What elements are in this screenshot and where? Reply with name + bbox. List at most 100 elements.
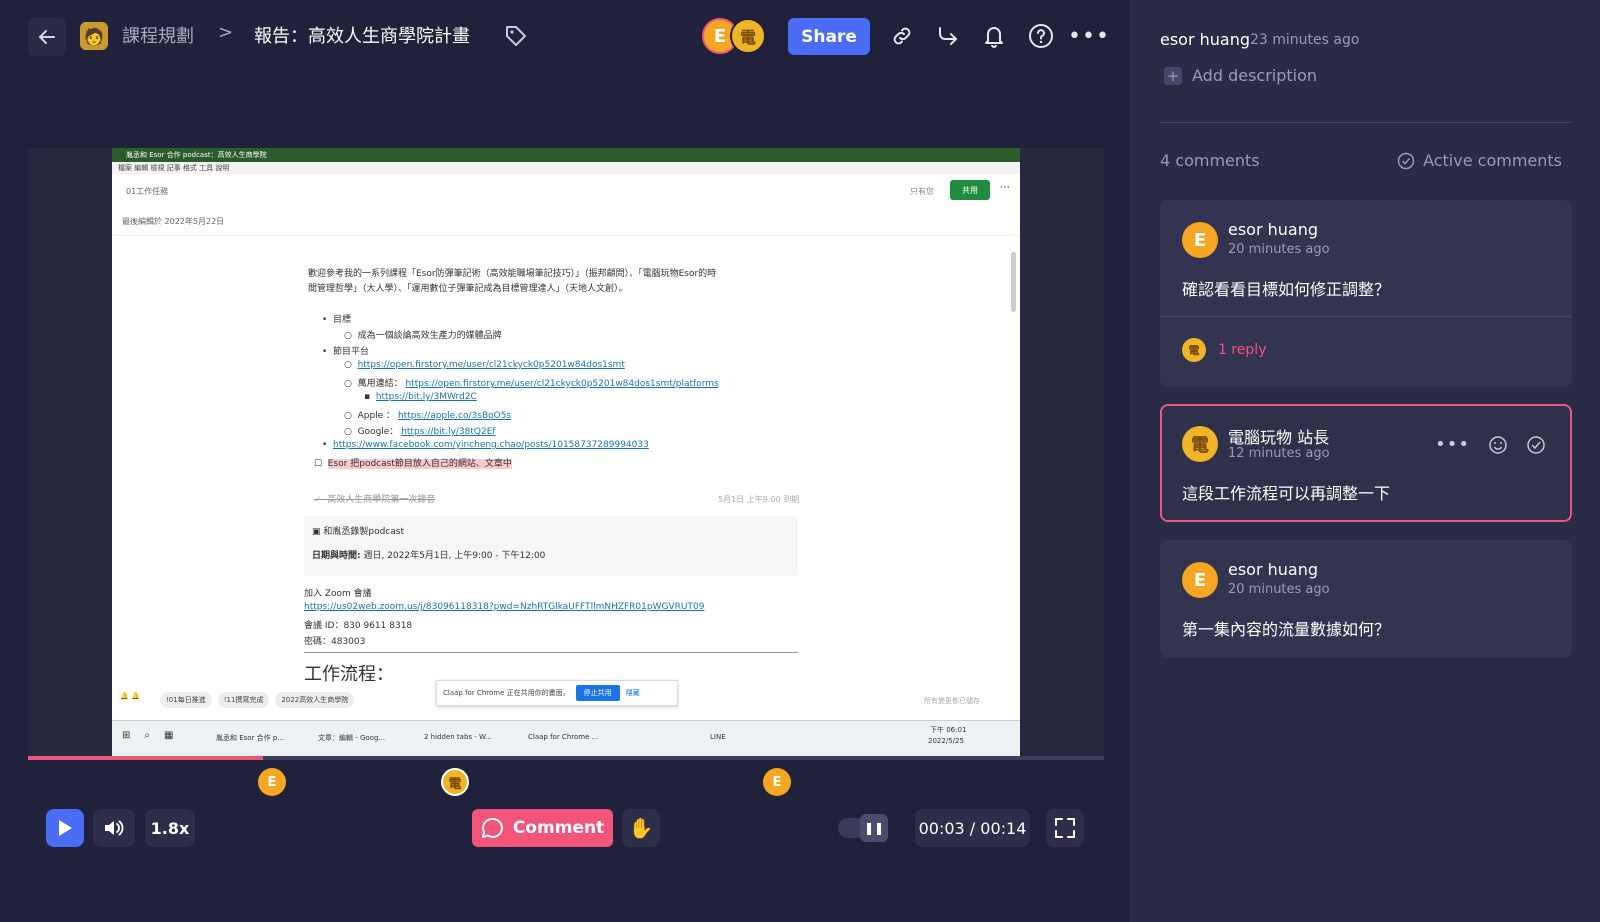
comment-card[interactable]: E esor huang 20 minutes ago 確認看看目標如何修正調整…	[1160, 200, 1572, 387]
check-circle-icon	[1397, 152, 1415, 169]
screenshot-link-2: ○ 萬用連結： https://open.firstory.me/user/cl…	[344, 379, 719, 389]
add-description-label: Add description	[1192, 66, 1318, 85]
play-button[interactable]	[46, 809, 84, 847]
progress-fill	[28, 756, 263, 760]
screenshot-password: 密碼：483003	[304, 637, 366, 647]
screenshot-task-3: 2 hidden tabs - W...	[424, 733, 492, 741]
add-description-button[interactable]: + Add description	[1164, 66, 1317, 85]
screenshot-taskbar: ⊞ ⌕ ▦ 胤丞和 Esor 合作 p... 文章：編輯 - Goog... 2 h…	[112, 720, 1020, 756]
play-icon	[59, 820, 72, 836]
volume-button[interactable]	[93, 809, 135, 847]
reaction-button[interactable]: ✋	[622, 809, 660, 847]
screenshot-share-notice: Claap for Chrome 正在共用你的畫面。 停止共用 隱藏	[436, 680, 678, 706]
screenshot-bullet-goal: • 目標	[322, 315, 352, 325]
time-display: 00:03 / 00:14	[915, 809, 1030, 847]
screenshot-meeting-id: 會議 ID：830 9611 8318	[304, 621, 413, 631]
screenshot-google: ○ Google： https://bit.ly/38tQ2Ef	[344, 427, 496, 437]
active-comments-label: Active comments	[1423, 151, 1562, 170]
forward-arrow-icon[interactable]	[936, 24, 960, 48]
comment-text: 這段工作流程可以再調整一下	[1182, 484, 1391, 503]
arrow-left-icon	[38, 30, 55, 44]
reply-count: 1 reply	[1218, 342, 1267, 358]
reply-divider	[1160, 316, 1572, 317]
comment-bubble-icon	[481, 817, 503, 838]
main-area: 🧑 課程規劃 > 報告：高效人生商學院計畫 E 電 Share ••• 胤丞和 …	[0, 0, 1130, 922]
screenshot-task-2: 文章：編輯 - Goog...	[318, 734, 386, 742]
screenshot-bullet-platform: • 節目平台	[322, 347, 370, 357]
video-author: esor huang	[1160, 30, 1251, 49]
breadcrumb-separator: >	[218, 22, 234, 43]
comment-time: 12 minutes ago	[1228, 446, 1330, 461]
screenshot-section: 工作流程：	[304, 664, 394, 685]
help-icon[interactable]	[1028, 23, 1054, 49]
comment-avatar: E	[1182, 222, 1218, 258]
breadcrumb-parent[interactable]: 課程規劃	[122, 22, 194, 48]
comment-card[interactable]: E esor huang 20 minutes ago 第一集內容的流量數據如何…	[1160, 540, 1572, 658]
screenshot-date: 2022/5/25	[928, 737, 964, 745]
screenshot-zoom-link: https://us02web.zoom.us/j/83096118318?pw…	[304, 602, 705, 612]
timeline-marker-e-2[interactable]: E	[763, 768, 791, 796]
screenshot-link-3: ▪ https://bit.ly/3MWrd2C	[364, 392, 477, 402]
screenshot-task-4: Claap for Chrome ...	[528, 733, 599, 741]
share-button[interactable]: Share	[788, 18, 870, 55]
pause-toggle[interactable]: ❚❚	[838, 814, 888, 842]
screenshot-scrollbar	[1011, 252, 1016, 312]
screenshot-todo: ☐ Esor 把podcast節目放入自己的網站、文章中	[314, 459, 512, 469]
comment-author: 電腦玩物 站長	[1228, 428, 1330, 447]
screenshot-menu: 檔案 編輯 檢視 記事 格式 工具 說明	[112, 162, 1020, 174]
screenshot-toolbar: 01工作任務 最後編輯於 2022年5月22日 只有您 共用 ⋯	[112, 174, 1020, 236]
screenshot-edited: 最後編輯於 2022年5月22日	[122, 217, 225, 226]
comment-time: 20 minutes ago	[1228, 582, 1330, 597]
timeline-marker-d[interactable]: 電	[441, 768, 469, 796]
comment-more-icon[interactable]: •••	[1435, 434, 1470, 455]
comment-card-selected[interactable]: 電 電腦玩物 站長 12 minutes ago 這段工作流程可以再調整一下 •…	[1160, 404, 1572, 522]
screenshot-event-card: ▣ 和胤丞錄製podcast 日期與時間: 週日, 2022年5月1日, 上午9…	[304, 516, 798, 576]
speed-button[interactable]: 1.8x	[145, 809, 195, 847]
comment-text: 第一集內容的流量數據如何？	[1182, 620, 1391, 639]
comment-avatar: E	[1182, 562, 1218, 598]
link-icon[interactable]	[890, 24, 914, 48]
reply-avatar: 電	[1182, 338, 1206, 362]
resolve-check-icon[interactable]	[1526, 435, 1546, 455]
timeline-marker-e[interactable]: E	[258, 768, 286, 796]
fullscreen-button[interactable]	[1046, 809, 1084, 847]
screenshot-link-1: ○ https://open.firstory.me/user/cl21ckyc…	[344, 360, 625, 370]
page-title: 報告：高效人生商學院計畫	[254, 26, 470, 47]
screenshot-tag-bar: 🔔 🔔 !01每日推進 !11撰寫完成 2022高效人生商學院	[120, 692, 355, 708]
screenshot-bell-icons: 🔔 🔔	[120, 692, 140, 700]
folder-emoji-icon: 🧑	[80, 22, 108, 50]
video-screenshot[interactable]: 胤丞和 Esor 合作 podcast：高效人生商學院 檔案 編輯 檢視 記事 …	[112, 148, 1020, 756]
screenshot-zoom-label: 加入 Zoom 會議	[304, 589, 372, 599]
pause-icon: ❚❚	[860, 814, 888, 842]
screenshot-event-title: ▣ 和胤丞錄製podcast	[312, 527, 404, 537]
comment-button[interactable]: Comment	[472, 809, 613, 847]
top-bar: 🧑 課程規劃 > 報告：高效人生商學院計畫 E 電 Share •••	[0, 0, 1130, 72]
comment-avatar: 電	[1182, 426, 1218, 462]
viewer-avatar-d[interactable]: 電	[730, 18, 766, 54]
plus-icon: +	[1164, 66, 1182, 85]
reply-link[interactable]: 電 1 reply	[1182, 338, 1266, 362]
volume-icon	[105, 820, 124, 836]
screenshot-task-1: 胤丞和 Esor 合作 p...	[216, 734, 285, 742]
screenshot-clock: 下午 06:01	[930, 726, 967, 734]
bell-icon[interactable]	[982, 23, 1006, 49]
comment-time: 20 minutes ago	[1228, 242, 1330, 257]
active-comments-toggle[interactable]: Active comments	[1397, 151, 1562, 170]
comment-author: esor huang	[1228, 220, 1319, 239]
screenshot-share-button: 共用	[950, 180, 990, 200]
comments-sidebar: esor huang 23 minutes ago + Add descript…	[1130, 0, 1600, 922]
screenshot-goal-sub: ○ 成為一個談論高效生產力的媒體品牌	[344, 331, 502, 341]
more-options-icon[interactable]: •••	[1068, 22, 1109, 50]
screenshot-owner: 只有您	[910, 187, 934, 196]
add-reaction-icon[interactable]	[1488, 435, 1508, 455]
back-button[interactable]	[28, 18, 66, 56]
screenshot-done-task: ✓ 高效人生商學院第一次錄音	[314, 495, 436, 505]
screenshot-intro-1: 歡迎參考我的一系列課程「Esor防彈筆記術（高效能職場筆記技巧）」（振邦顧問）、…	[308, 269, 717, 279]
tag-icon[interactable]	[504, 24, 528, 48]
screenshot-notebook: 01工作任務	[126, 187, 169, 196]
screenshot-task-5: LINE	[710, 733, 726, 741]
screenshot-window-title: 胤丞和 Esor 合作 podcast：高效人生商學院	[112, 148, 1020, 162]
screenshot-divider	[304, 652, 798, 653]
sidebar-divider	[1160, 122, 1572, 123]
screenshot-done-date: 5月1日 上午9:00 到期	[718, 495, 800, 504]
